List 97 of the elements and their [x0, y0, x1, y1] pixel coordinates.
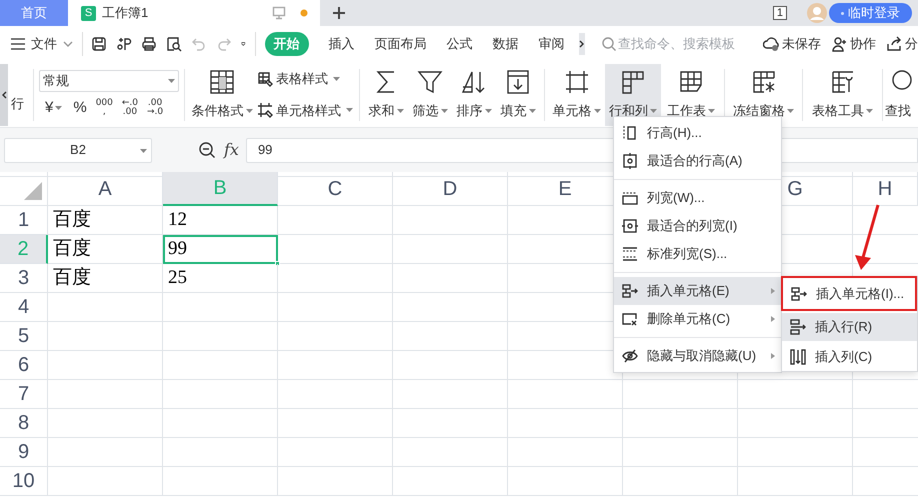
menu-item[interactable]: 删除单元格(C)	[614, 305, 781, 333]
save-status-button[interactable]: 未保存	[763, 34, 822, 54]
column-header[interactable]: D	[393, 172, 508, 206]
insert-row-icon	[790, 319, 806, 335]
dropdown-icon	[241, 40, 246, 48]
ribbon-button[interactable]: 查找	[883, 64, 913, 126]
row-header[interactable]: 8	[0, 409, 48, 438]
ribbon-tab[interactable]: 公式	[446, 34, 473, 54]
insert-column-icon	[790, 349, 806, 365]
menu-item[interactable]: 最适合的列宽(I)	[614, 212, 781, 240]
insert-cells-icon	[622, 283, 638, 299]
annotation-arrow	[852, 203, 882, 271]
share-button[interactable]: 分	[886, 34, 918, 54]
number-format-button[interactable]: 000 ,	[96, 99, 113, 117]
function-icon[interactable]: fx	[224, 138, 239, 162]
caret-icon	[168, 79, 175, 83]
column-header[interactable]: H	[853, 172, 918, 206]
ribbon-tab[interactable]: 页面布局	[374, 34, 427, 54]
row-header[interactable]: 6	[0, 351, 48, 380]
ribbon-button[interactable]: 条件格式	[191, 64, 253, 126]
save-icon[interactable]	[91, 36, 108, 52]
eye-hidden-icon	[622, 348, 638, 364]
collaborate-button[interactable]: 协作	[831, 34, 876, 54]
column-width-icon	[622, 190, 638, 206]
number-format-button[interactable]: ¥	[45, 100, 62, 116]
row-header[interactable]: 5	[0, 322, 48, 351]
delete-cells-icon	[622, 311, 638, 327]
menu-item[interactable]: 插入单元格(I)...	[781, 276, 917, 311]
row-header[interactable]: 4	[0, 293, 48, 322]
row-header[interactable]: 10	[0, 467, 48, 496]
spreadsheet-logo: S	[81, 6, 96, 20]
group-label: 行	[11, 94, 25, 112]
caret-icon	[140, 148, 147, 152]
ribbon-small-button[interactable]: 表格样式	[257, 69, 353, 88]
cell-style-icon	[257, 102, 273, 118]
row-header[interactable]: 3	[0, 264, 48, 293]
ribbon-small-button[interactable]: 单元格样式	[257, 100, 353, 120]
ribbon-button[interactable]: 单元格	[548, 64, 605, 126]
table-style-icon	[257, 70, 273, 87]
menu-item[interactable]: 隐藏与取消隐藏(U)	[614, 342, 781, 370]
table-cell[interactable]: 25	[163, 264, 278, 293]
standard-width-icon	[622, 246, 638, 262]
name-box[interactable]: B2	[4, 138, 152, 162]
plus-icon	[332, 6, 346, 20]
table-cell[interactable]: 百度	[48, 206, 163, 235]
chevron-right-icon	[579, 40, 584, 48]
menu-item[interactable]: 插入列(C)	[782, 343, 917, 371]
column-header[interactable]: C	[278, 172, 393, 206]
print-preview-icon[interactable]	[166, 36, 182, 52]
number-format-button[interactable]: ←.0 .00	[122, 99, 138, 117]
document-tab[interactable]: S 工作簿1	[68, 0, 320, 26]
tab-title: 工作簿1	[102, 4, 148, 22]
avatar-icon	[807, 3, 827, 23]
autofit-row-icon	[622, 153, 638, 169]
unsaved-dot-icon	[300, 9, 308, 17]
ribbon-button[interactable]: 排序	[452, 64, 496, 126]
ribbon-tab[interactable]: 数据	[492, 34, 519, 54]
row-height-icon	[622, 125, 638, 141]
cloud-icon	[763, 36, 780, 52]
ribbon-button[interactable]: 表格工具	[803, 64, 882, 126]
autofit-column-icon	[622, 218, 638, 234]
ribbon-tab[interactable]: 插入	[328, 34, 355, 54]
window-count[interactable]: 1	[772, 6, 787, 20]
table-cell[interactable]: 百度	[48, 235, 163, 264]
table-cell[interactable]: 99	[163, 235, 278, 264]
row-header[interactable]: 9	[0, 438, 48, 467]
table-cell[interactable]: 12	[163, 206, 278, 235]
menu-item[interactable]: 插入行(R)	[782, 313, 917, 341]
menu-icon	[11, 38, 25, 50]
number-format-select[interactable]: 常规	[39, 70, 179, 92]
table-cell[interactable]: 百度	[48, 264, 163, 293]
chevron-left-icon	[2, 90, 6, 98]
print-icon[interactable]	[141, 36, 158, 52]
ribbon-button[interactable]: 填充	[496, 64, 540, 126]
menu-item[interactable]: 标准列宽(S)...	[614, 240, 781, 268]
insert-cells-icon	[791, 286, 807, 302]
ribbon-tab[interactable]: 审阅	[538, 34, 565, 54]
number-format-button[interactable]: .00 →.0	[147, 99, 164, 117]
share-icon	[886, 36, 902, 52]
row-header[interactable]: 7	[0, 380, 48, 409]
ribbon-button[interactable]: 求和	[364, 64, 408, 126]
collapse-handle[interactable]	[0, 64, 8, 126]
table-grid-icon	[208, 68, 236, 96]
file-menu-button[interactable]: 文件	[11, 34, 73, 54]
search-field[interactable]: 查找命令、搜索模板	[618, 34, 760, 54]
zoom-icon	[198, 141, 216, 159]
search-icon	[602, 37, 616, 51]
fill-handle[interactable]	[275, 261, 280, 266]
monitor-icon	[272, 6, 286, 20]
ribbon-button[interactable]: 筛选	[408, 64, 452, 126]
select-all-icon	[24, 182, 42, 200]
more-tabs-button[interactable]	[578, 33, 586, 55]
chevron-down-icon	[63, 41, 73, 47]
login-button[interactable]: 临时登录	[829, 3, 912, 23]
person-add-icon	[831, 36, 848, 52]
menu-item[interactable]: 插入单元格(E)	[614, 277, 781, 305]
number-format-button[interactable]: %	[73, 100, 87, 116]
